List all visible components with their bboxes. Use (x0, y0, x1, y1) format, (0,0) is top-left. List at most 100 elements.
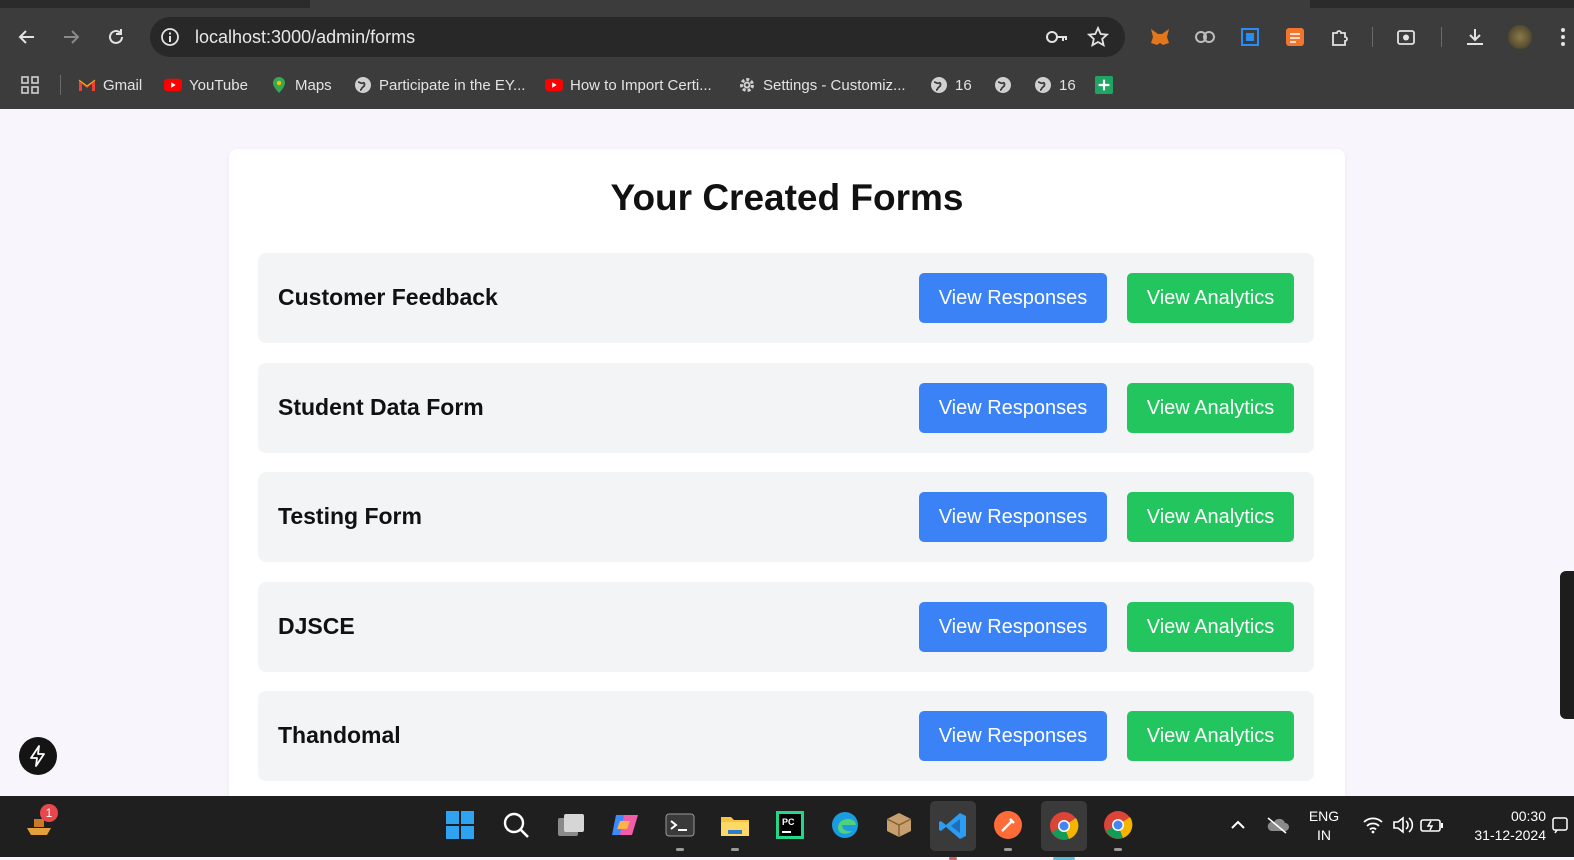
view-responses-button[interactable]: View Responses (919, 492, 1107, 542)
region-code: IN (1317, 827, 1331, 843)
bookmark-globe-16-a[interactable]: 16 (930, 74, 972, 96)
windows-start-icon (446, 811, 474, 839)
running-indicator (1004, 848, 1012, 851)
chevron-up-icon (1231, 820, 1245, 829)
view-responses-button[interactable]: View Responses (919, 602, 1107, 652)
notes-extension-icon[interactable] (1283, 25, 1307, 49)
widgets-button[interactable]: 1 (22, 804, 58, 842)
bookmark-globe-16-b[interactable]: 16 (1034, 74, 1076, 96)
folder-icon (721, 817, 749, 836)
toolbar-divider (1441, 27, 1442, 47)
copilot-button[interactable] (608, 808, 642, 842)
package-box-icon (886, 813, 912, 837)
form-name: Testing Form (278, 503, 422, 529)
forms-card: Your Created Forms Customer Feedback Vie… (229, 149, 1345, 796)
menu-kebab-icon[interactable] (1555, 25, 1571, 49)
download-icon[interactable] (1463, 25, 1487, 49)
task-view-icon (558, 814, 584, 836)
battery-tray[interactable] (1415, 808, 1449, 842)
file-explorer-app[interactable] (718, 808, 752, 851)
site-info-icon[interactable] (160, 27, 180, 52)
bookmark-globe[interactable] (994, 74, 1019, 96)
running-indicator (676, 848, 684, 851)
edge-icon (832, 812, 858, 838)
running-indicator (731, 848, 739, 851)
forward-button[interactable] (58, 24, 84, 50)
start-button[interactable] (443, 808, 477, 842)
sheets-icon (1095, 76, 1113, 94)
reload-button[interactable] (103, 24, 129, 50)
bookmark-sheets[interactable] (1095, 74, 1120, 96)
form-row-student-data-form: Student Data Form View Responses View An… (258, 363, 1314, 453)
view-analytics-button[interactable]: View Analytics (1127, 711, 1294, 761)
password-key-icon[interactable] (1045, 26, 1069, 53)
view-analytics-button[interactable]: View Analytics (1127, 383, 1294, 433)
notification-bell-icon (1552, 817, 1568, 834)
bookmark-divider (60, 75, 61, 95)
profile-avatar[interactable] (1508, 25, 1532, 49)
pycharm-app[interactable]: PC (773, 808, 807, 842)
reload-icon (109, 29, 123, 44)
globe-icon (1034, 76, 1052, 94)
apps-grid-icon[interactable] (20, 74, 40, 96)
terminal-app[interactable] (663, 808, 697, 851)
back-arrow-icon (18, 30, 34, 44)
postman-app[interactable] (991, 808, 1025, 851)
metamask-extension-icon[interactable] (1148, 25, 1172, 49)
side-panel-widget[interactable] (1560, 571, 1574, 719)
clock[interactable]: 00:30 31-12-2024 (1454, 807, 1546, 845)
view-analytics-button[interactable]: View Analytics (1127, 602, 1294, 652)
bookmark-maps[interactable]: Maps (270, 74, 332, 96)
globe-icon (994, 76, 1012, 94)
language-indicator[interactable]: ENG IN (1300, 807, 1348, 845)
bookmark-import-certificate[interactable]: How to Import Certi... (545, 74, 712, 96)
browser-toolbar: localhost:3000/admin/forms (0, 0, 1574, 62)
tab-strip (0, 0, 1574, 8)
bookmark-youtube[interactable]: YouTube (164, 74, 248, 96)
onedrive-tray[interactable] (1260, 808, 1294, 842)
url-text[interactable]: localhost:3000/admin/forms (195, 27, 415, 48)
view-responses-button[interactable]: View Responses (919, 273, 1107, 323)
bookmark-ey[interactable]: Participate in the EY... (354, 74, 525, 96)
svg-text:PC: PC (782, 817, 795, 827)
forward-arrow-icon (64, 30, 80, 44)
bookmark-gmail[interactable]: Gmail (78, 74, 142, 96)
package-app[interactable] (882, 808, 916, 842)
bookmarks-bar: Gmail YouTube Maps Participate in the EY… (0, 62, 1574, 109)
form-name: DJSCE (278, 613, 355, 639)
extensions-puzzle-icon[interactable] (1328, 25, 1352, 49)
clock-date: 31-12-2024 (1474, 827, 1546, 843)
wifi-tray[interactable] (1356, 808, 1390, 842)
edge-app[interactable] (828, 808, 862, 842)
dev-tools-lightning-button[interactable] (19, 737, 57, 775)
form-name: Customer Feedback (278, 284, 498, 310)
postman-icon (994, 811, 1022, 839)
tray-overflow-button[interactable] (1221, 808, 1255, 842)
toolbar-divider (1372, 27, 1373, 47)
view-responses-button[interactable]: View Responses (919, 711, 1107, 761)
wifi-icon (1363, 817, 1383, 834)
bookmark-settings[interactable]: Settings - Customiz... (738, 74, 906, 96)
back-button[interactable] (14, 24, 40, 50)
view-responses-button[interactable]: View Responses (919, 383, 1107, 433)
page-title: Your Created Forms (610, 177, 964, 218)
notification-center-button[interactable] (1548, 808, 1572, 842)
screen-capture-icon[interactable] (1394, 25, 1418, 49)
chrome-app[interactable] (1101, 808, 1135, 851)
vscode-icon (939, 813, 966, 839)
active-tab[interactable] (310, 0, 1310, 8)
link-extension-icon[interactable] (1193, 25, 1217, 49)
bookmark-star-icon[interactable] (1086, 25, 1110, 53)
view-analytics-button[interactable]: View Analytics (1127, 492, 1294, 542)
maps-icon (270, 76, 288, 94)
task-view-button[interactable] (554, 808, 588, 842)
chrome-app-active[interactable] (1041, 801, 1087, 860)
address-bar[interactable]: localhost:3000/admin/forms (150, 17, 1125, 57)
youtube-icon (545, 76, 563, 94)
form-row-djsce: DJSCE View Responses View Analytics (258, 582, 1314, 672)
view-analytics-button[interactable]: View Analytics (1127, 273, 1294, 323)
screenshot-extension-icon[interactable] (1238, 25, 1262, 49)
vscode-app[interactable] (930, 801, 976, 860)
taskbar-search-button[interactable] (499, 808, 533, 842)
windows-taskbar: 1 PC ENG IN 00:30 31-12-2024 (0, 796, 1574, 860)
